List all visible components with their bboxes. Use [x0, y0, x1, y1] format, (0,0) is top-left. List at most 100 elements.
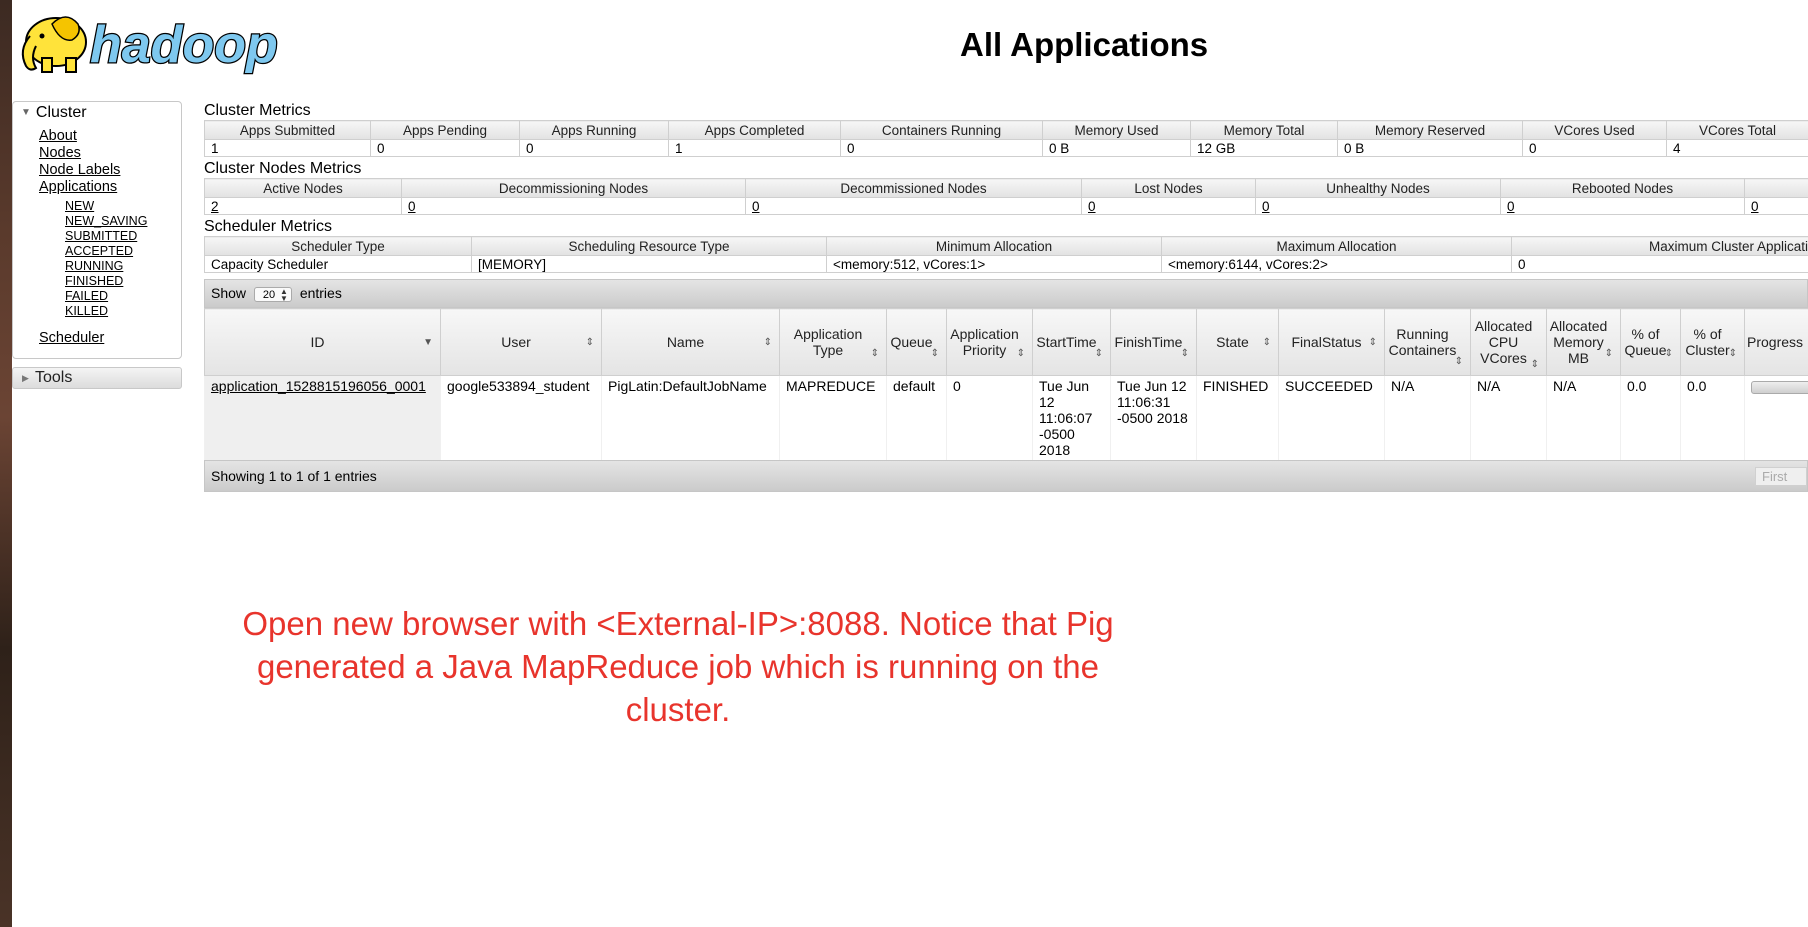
column-header-pct-cluster[interactable]: % of Cluster ⇕: [1680, 308, 1745, 376]
metric-value-link-cell: 0: [1255, 197, 1501, 215]
column-header-final-status[interactable]: FinalStatus ⇕: [1278, 308, 1385, 376]
column-header-label: StartTime: [1036, 334, 1097, 350]
metric-value: Capacity Scheduler: [204, 255, 472, 273]
metric-header: Memory Reserved: [1337, 120, 1523, 140]
nav-link-nodes[interactable]: Nodes: [39, 145, 120, 162]
main-content: Cluster Metrics Apps Submitted Apps Pend…: [204, 101, 1808, 492]
sort-icon: ⇕: [870, 348, 879, 359]
app-type: MAPREDUCE: [779, 375, 887, 460]
unhealthy-nodes-link[interactable]: 0: [1262, 199, 1270, 214]
metric-header: Apps Submitted: [204, 120, 371, 140]
decommissioned-nodes-link[interactable]: 0: [752, 199, 760, 214]
metric-value: 0: [1522, 139, 1667, 157]
metric-value: 0: [519, 139, 669, 157]
column-header-pct-queue[interactable]: % of Queue ⇕: [1620, 308, 1681, 376]
app-progress-cell: [1744, 375, 1808, 460]
show-label: Show: [211, 285, 247, 301]
app-id-link[interactable]: application_1528815196056_0001: [211, 378, 426, 394]
app-pct-cluster: 0.0: [1680, 375, 1745, 460]
column-header-allocated-cpu-vcores[interactable]: Allocated CPU VCores ⇕: [1470, 308, 1547, 376]
scheduler-metrics-value-row: Capacity Scheduler [MEMORY] <memory:512,…: [204, 255, 1808, 273]
nav-link-state-running[interactable]: RUNNING: [65, 259, 147, 274]
entries-per-page-select[interactable]: 20 ▲ ▼: [253, 286, 292, 302]
triangle-down-icon: ▼: [21, 107, 31, 118]
entries-per-page-value: 20: [262, 288, 276, 301]
nav-link-state-new-saving[interactable]: NEW_SAVING: [65, 214, 147, 229]
page-header: hadoop All Applications: [12, 0, 1808, 95]
column-header-allocated-memory-mb[interactable]: Allocated Memory MB ⇕: [1546, 308, 1621, 376]
nav-link-state-finished[interactable]: FINISHED: [65, 274, 147, 289]
column-header-start-time[interactable]: StartTime ⇕: [1032, 308, 1111, 376]
lost-nodes-link[interactable]: 0: [1088, 199, 1096, 214]
nav-link-state-new[interactable]: NEW: [65, 199, 147, 214]
metric-value: <memory:512, vCores:1>: [826, 255, 1162, 273]
app-queue: default: [886, 375, 947, 460]
cluster-metrics-table: Apps Submitted Apps Pending Apps Running…: [204, 120, 1808, 157]
sort-icon: ⇕: [1094, 348, 1103, 359]
nav-link-about[interactable]: About: [39, 128, 120, 145]
column-header-finish-time[interactable]: FinishTime ⇕: [1110, 308, 1197, 376]
column-header-id[interactable]: ID ▼: [204, 308, 441, 376]
entries-label: entries: [299, 285, 342, 301]
metric-header: Maximum Cluster Applicati: [1511, 236, 1808, 256]
column-header-label: % of Queue: [1624, 326, 1667, 358]
sort-icon: ⇕: [585, 337, 594, 348]
app-start-time: Tue Jun 12 11:06:07 -0500 2018: [1032, 375, 1111, 460]
nav-link-state-failed[interactable]: FAILED: [65, 289, 147, 304]
column-header-state[interactable]: State ⇕: [1196, 308, 1279, 376]
metric-header: Scheduler Type: [204, 236, 472, 256]
tools-nav-header[interactable]: ▶ Tools: [12, 367, 182, 389]
column-header-label: Queue: [890, 334, 933, 350]
column-header-user[interactable]: User ⇕: [440, 308, 602, 376]
column-header-label: Running Containers: [1388, 326, 1457, 358]
column-header-application-type[interactable]: Application Type ⇕: [779, 308, 887, 376]
nav-link-state-submitted[interactable]: SUBMITTED: [65, 229, 147, 244]
column-header-label: ID: [310, 334, 325, 350]
decommissioning-nodes-link[interactable]: 0: [408, 199, 416, 214]
table-length-toolbar: Show 20 ▲ ▼ entries: [204, 279, 1808, 308]
sort-icon: ⇕: [1180, 348, 1189, 359]
app-state: FINISHED: [1196, 375, 1279, 460]
rebooted-nodes-link[interactable]: 0: [1507, 199, 1515, 214]
column-header-label: Application Priority: [950, 326, 1019, 358]
nav-link-scheduler[interactable]: Scheduler: [39, 330, 104, 346]
app-pct-queue: 0.0: [1620, 375, 1681, 460]
scheduler-link-wrap: Scheduler: [39, 330, 104, 346]
shutdown-nodes-link[interactable]: 0: [1751, 199, 1759, 214]
column-header-name[interactable]: Name ⇕: [601, 308, 780, 376]
sort-icon: ⇕: [1454, 356, 1463, 367]
nav-link-node-labels[interactable]: Node Labels: [39, 162, 120, 179]
desktop-background-strip: [0, 0, 12, 927]
nav-link-state-accepted[interactable]: ACCEPTED: [65, 244, 147, 259]
nav-link-state-killed[interactable]: KILLED: [65, 304, 147, 319]
triangle-right-icon: ▶: [22, 373, 29, 383]
metric-header: Rebooted Nodes: [1500, 178, 1745, 198]
sort-icon: ⇕: [763, 337, 772, 348]
nav-link-applications[interactable]: Applications: [39, 179, 120, 196]
tools-label: Tools: [35, 369, 73, 386]
app-user: google533894_student: [440, 375, 602, 460]
metric-value: 1: [204, 139, 371, 157]
pagination-first-button[interactable]: First: [1755, 467, 1807, 486]
column-header-label: % of Cluster: [1685, 326, 1730, 358]
app-cpu-vcores: N/A: [1470, 375, 1547, 460]
cluster-nav-header[interactable]: ▼ Cluster: [21, 104, 87, 122]
column-header-progress[interactable]: Progress: [1744, 308, 1808, 376]
column-header-application-priority[interactable]: Application Priority ⇕: [946, 308, 1033, 376]
active-nodes-link[interactable]: 2: [211, 199, 219, 214]
metric-value: 0: [840, 139, 1043, 157]
column-header-queue[interactable]: Queue ⇕: [886, 308, 947, 376]
column-header-running-containers[interactable]: Running Containers ⇕: [1384, 308, 1471, 376]
hadoop-logo[interactable]: hadoop: [12, 2, 312, 80]
app-state-links: NEW NEW_SAVING SUBMITTED ACCEPTED RUNNIN…: [65, 199, 147, 319]
metric-header: Apps Pending: [370, 120, 520, 140]
column-header-label: FinishTime: [1114, 334, 1183, 350]
progress-bar: [1751, 381, 1808, 394]
sort-icon: ⇕: [1530, 359, 1539, 370]
column-header-label: Allocated Memory MB: [1549, 318, 1608, 366]
metric-header: Maximum Allocation: [1161, 236, 1512, 256]
sort-icon: ⇕: [1604, 348, 1613, 359]
logo-wordmark: hadoop: [90, 16, 278, 74]
app-memory-mb: N/A: [1546, 375, 1621, 460]
metric-header: Memory Used: [1042, 120, 1191, 140]
